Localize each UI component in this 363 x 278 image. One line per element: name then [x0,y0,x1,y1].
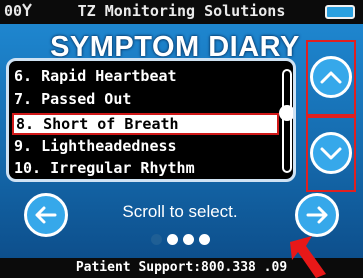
scrollbar-thumb[interactable] [279,105,293,121]
pagination-dots [151,234,215,246]
list-item[interactable]: 10. Irregular Rhythm [14,157,274,179]
pagination-dot-active [167,234,178,245]
list-item[interactable]: 9. Lightheadedness [14,135,274,157]
signal-indicator: 00 [4,2,32,20]
arrow-left-icon [35,206,57,224]
hint-text: Scroll to select. [122,202,238,221]
signal-antenna-icon [22,3,32,16]
pagination-dot [199,234,210,245]
chevron-up-icon [320,71,342,84]
pagination-dot [183,234,194,245]
app-title: TZ Monitoring Solutions [77,2,286,20]
arrow-right-icon [306,206,328,224]
status-bar: 00 TZ Monitoring Solutions [0,0,363,24]
scrollbar-track[interactable] [282,69,292,173]
list-item[interactable]: 7. Passed Out [14,88,274,110]
back-button[interactable] [24,193,68,237]
pagination-dot [151,234,162,245]
chevron-down-icon [320,147,342,160]
signal-text: 00 [4,2,23,20]
symptom-list: 6. Rapid Heartbeat 7. Passed Out 8. Shor… [6,58,296,182]
pointer-arrow-icon [290,236,326,278]
list-item-selected[interactable]: 8. Short of Breath [12,113,279,135]
next-button[interactable] [295,193,339,237]
battery-icon [325,5,355,19]
scroll-down-button[interactable] [306,116,356,192]
scroll-up-button[interactable] [306,40,356,116]
list-item[interactable]: 6. Rapid Heartbeat [14,65,274,87]
